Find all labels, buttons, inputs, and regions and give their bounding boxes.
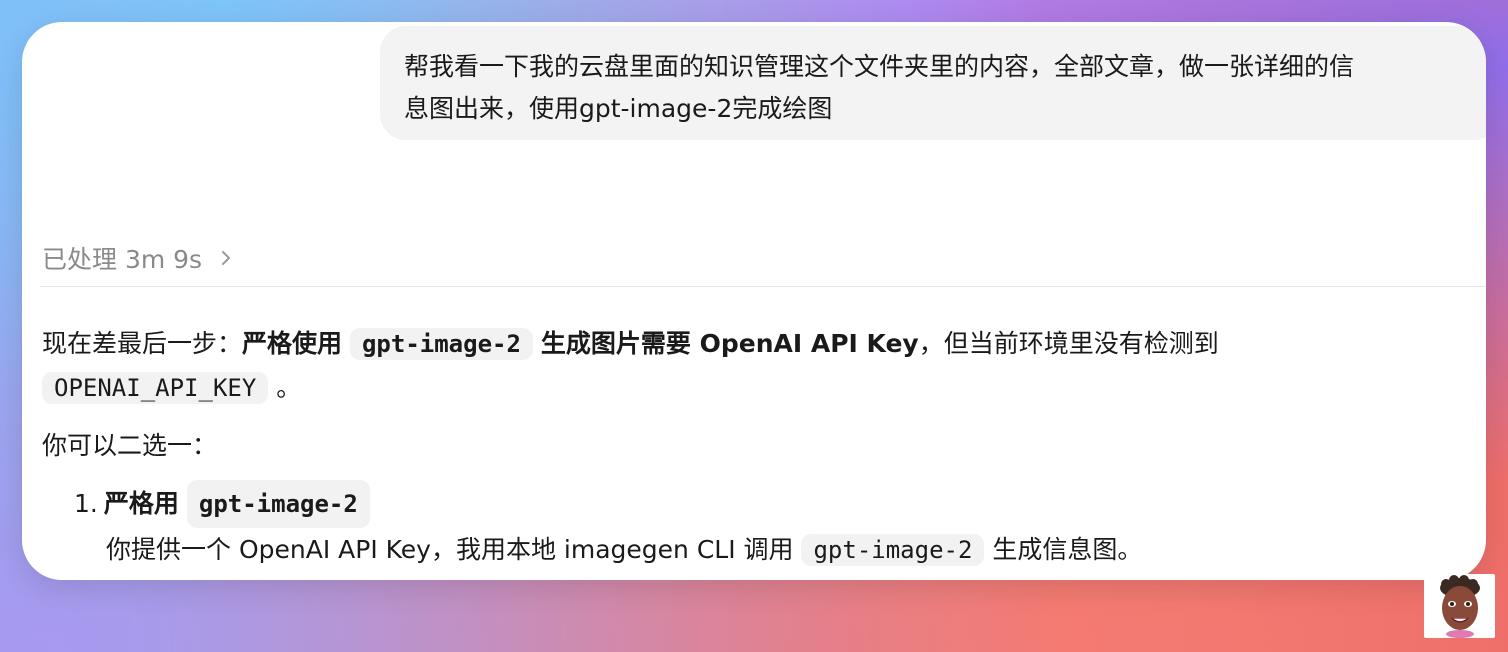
inline-code-env-var: OPENAI_API_KEY (42, 372, 269, 404)
answer-paragraph-1: 现在差最后一步：严格使用 gpt-image-2 生成图片需要 OpenAI A… (42, 322, 1462, 410)
options-list: 1. 严格用 gpt-image-2 你提供一个 OpenAI API Key，… (42, 480, 1462, 572)
list-item-title: 1. 严格用 gpt-image-2 (74, 480, 1462, 528)
user-message-bubble: 帮我看一下我的云盘里面的知识管理这个文件夹里的内容，全部文章，做一张详细的信 息… (380, 26, 1486, 140)
processing-status-label: 已处理 3m 9s (42, 245, 203, 274)
chat-panel: 帮我看一下我的云盘里面的知识管理这个文件夹里的内容，全部文章，做一张详细的信 息… (22, 22, 1486, 580)
user-message-line-1: 帮我看一下我的云盘里面的知识管理这个文件夹里的内容，全部文章，做一张详细的信 (404, 52, 1355, 81)
answer-bold-text: 生成图片需要 OpenAI API Key (540, 329, 919, 358)
user-message-line-2: 息图出来，使用gpt-image-2完成绘图 (404, 94, 833, 123)
list-item-body-text: 生成信息图。 (992, 535, 1143, 564)
list-item-body: 你提供一个 OpenAI API Key，我用本地 imagegen CLI 调… (74, 528, 1462, 572)
list-item: 1. 严格用 gpt-image-2 你提供一个 OpenAI API Key，… (74, 480, 1462, 572)
inline-code-model: gpt-image-2 (349, 328, 533, 360)
answer-paragraph-2: 你可以二选一： (42, 431, 218, 460)
memoji-avatar-icon[interactable] (1424, 574, 1495, 638)
list-item-body-text: 你提供一个 OpenAI API Key，我用本地 imagegen CLI 调… (106, 535, 794, 564)
list-item-title-text: 严格用 (103, 489, 179, 518)
assistant-message: 现在差最后一步：严格使用 gpt-image-2 生成图片需要 OpenAI A… (42, 322, 1462, 572)
inline-code-model: gpt-image-2 (186, 480, 370, 528)
processing-status-toggle[interactable]: 已处理 3m 9s (42, 238, 236, 278)
answer-text: 现在差最后一步： (42, 329, 243, 358)
answer-text: 。 (276, 373, 302, 402)
inline-code-model: gpt-image-2 (801, 534, 985, 566)
list-item-number: 1. (74, 489, 98, 518)
avatar-face-icon (1440, 575, 1480, 638)
chevron-right-icon (222, 251, 231, 265)
divider (40, 286, 1486, 287)
answer-text: ，但当前环境里没有检测到 (918, 329, 1219, 358)
answer-bold-text: 严格使用 (242, 329, 343, 358)
